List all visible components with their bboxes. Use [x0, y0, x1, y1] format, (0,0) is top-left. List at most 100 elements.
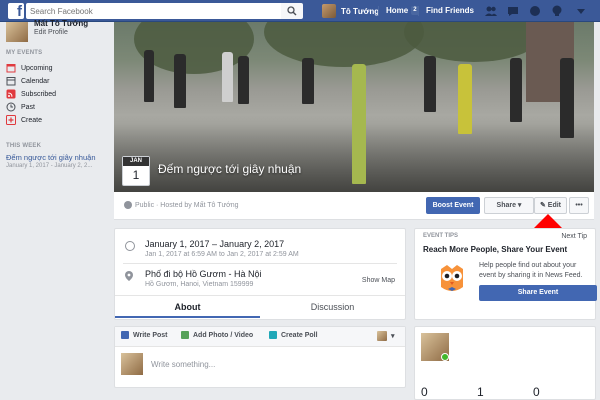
post-composer: Write Post Add Photo / Video Create Poll… [114, 326, 406, 388]
owl-icon [441, 265, 463, 291]
cover-person [458, 64, 472, 134]
nav-find-friends-link[interactable]: Find Friends [426, 3, 474, 19]
event-date-badge: JAN 1 [122, 156, 150, 186]
add-photo-video-tab[interactable]: Add Photo / Video [181, 331, 253, 339]
quick-help-icon[interactable] [550, 4, 564, 18]
sidebar-item-label: Calendar [21, 77, 50, 85]
chevron-down-icon: ▾ [391, 333, 395, 340]
event-action-bar: Public · Hosted by Mất Tô Tướng Boost Ev… [114, 192, 594, 220]
cover-person [238, 56, 249, 104]
this-week-event-date: January 1, 2017 - January 2, 2... [6, 163, 93, 169]
composer-tabs: Write Post Add Photo / Video Create Poll… [115, 327, 405, 347]
create-poll-label: Create Poll [281, 331, 318, 339]
tab-about[interactable]: About [115, 296, 260, 318]
account-menu-icon[interactable] [574, 4, 588, 18]
write-post-label: Write Post [133, 331, 168, 339]
search-icon [287, 6, 297, 16]
rss-icon [6, 89, 16, 99]
share-button[interactable]: Share ▾ [484, 197, 534, 214]
nav-separator [378, 6, 379, 16]
write-something-input[interactable]: Write something... [151, 360, 215, 369]
post-as-selector[interactable]: ▾ [377, 331, 395, 341]
cover-person [174, 54, 186, 108]
cover-person [302, 58, 314, 104]
going-check-icon [441, 353, 449, 361]
search-button[interactable] [281, 3, 303, 19]
sidebar-item-label: Subscribed [21, 90, 57, 98]
cover-person [352, 64, 366, 184]
boost-event-button[interactable]: Boost Event [426, 197, 480, 214]
sidebar-item-label: Create [21, 116, 43, 124]
avatar [322, 4, 336, 18]
calendar-icon [6, 64, 16, 73]
plus-icon [6, 115, 16, 125]
event-when-sub: Jan 1, 2017 at 6:59 AM to Jan 2, 2017 at… [145, 251, 299, 258]
event-day: 1 [132, 168, 140, 182]
pencil-icon [121, 331, 129, 339]
edit-button[interactable]: ✎ Edit [534, 197, 567, 214]
event-host-info: Public · Hosted by Mất Tô Tướng [124, 201, 239, 209]
my-events-header: MY EVENTS [6, 50, 43, 56]
avatar [121, 353, 143, 375]
sidebar-item-label: Upcoming [21, 64, 53, 72]
avatar [6, 22, 28, 42]
event-where: Phố đi bộ Hồ Gươm - Hà Nội Hồ Gươm, Hano… [125, 269, 261, 290]
cover-person [222, 52, 233, 102]
edit-profile-link[interactable]: Edit Profile [34, 28, 88, 38]
sidebar-profile-name: Mất Tô Tướng [34, 19, 89, 28]
sidebar-item-calendar[interactable]: Calendar [6, 75, 49, 87]
share-event-button[interactable]: Share Event [479, 285, 597, 301]
photo-icon [181, 331, 189, 339]
globe-icon [124, 201, 132, 209]
stat-count: 0 [421, 385, 428, 399]
cover-person [424, 56, 436, 112]
event-when: January 1, 2017 – January 2, 2017 Jan 1,… [125, 239, 299, 260]
add-photo-label: Add Photo / Video [193, 331, 254, 339]
show-map-link[interactable]: Show Map [362, 277, 395, 284]
next-tip-link[interactable]: Next Tip [561, 233, 587, 240]
top-bar: f Tô Tướng Home2 Find Friends [0, 0, 600, 22]
sidebar-item-label: Past [21, 103, 36, 111]
sidebar-profile[interactable]: Mất Tô Tướng Edit Profile [6, 19, 89, 42]
tab-discussion[interactable]: Discussion [260, 296, 405, 318]
notifications-globe-icon[interactable] [528, 4, 542, 18]
search-input[interactable] [26, 3, 281, 19]
event-stats-card: 0 1 0 [414, 326, 596, 400]
event-month: JAN [123, 157, 149, 166]
location-pin-icon [125, 271, 133, 281]
divider [123, 263, 397, 264]
sidebar-item-upcoming[interactable]: Upcoming [6, 62, 53, 74]
messages-icon[interactable] [506, 4, 520, 18]
create-poll-tab[interactable]: Create Poll [269, 331, 318, 339]
more-options-button[interactable]: ••• [569, 197, 589, 214]
clock-icon [125, 241, 135, 251]
event-where-sub: Hồ Gươm, Hanoi, Vietnam 159999 [145, 281, 254, 288]
this-week-header: THIS WEEK [6, 143, 42, 149]
write-post-tab[interactable]: Write Post [121, 331, 168, 339]
facebook-logo-icon[interactable]: f [8, 3, 24, 20]
cover-tree [264, 22, 424, 67]
friend-requests-icon[interactable] [484, 4, 498, 18]
event-where-main[interactable]: Phố đi bộ Hồ Gươm - Hà Nội [145, 269, 261, 280]
cover-person [144, 50, 154, 102]
stat-count: 1 [477, 385, 484, 399]
active-tab-indicator [115, 316, 260, 318]
event-host-text: Public · Hosted by Mất Tô Tướng [135, 201, 239, 209]
sidebar-item-create[interactable]: Create [6, 114, 42, 126]
nav-user-name: Tô Tướng [341, 6, 380, 16]
stat-count: 0 [533, 385, 540, 399]
tips-title: Reach More People, Share Your Event [423, 245, 568, 254]
cover-person [560, 58, 574, 138]
poll-icon [269, 331, 277, 339]
this-week-event-link[interactable]: Đếm ngược tới giây nhuận [6, 153, 95, 162]
nav-profile-link[interactable]: Tô Tướng [322, 3, 379, 19]
event-tabs: About Discussion [115, 295, 405, 318]
cover-person [510, 58, 522, 122]
nav-home-link[interactable]: Home 2 [386, 3, 419, 19]
clock-icon [6, 102, 16, 112]
nav-separator [418, 6, 419, 16]
sidebar-item-subscribed[interactable]: Subscribed [6, 88, 56, 100]
event-details-card: January 1, 2017 – January 2, 2017 Jan 1,… [114, 228, 406, 320]
avatar [377, 331, 387, 341]
sidebar-item-past[interactable]: Past [6, 101, 35, 113]
